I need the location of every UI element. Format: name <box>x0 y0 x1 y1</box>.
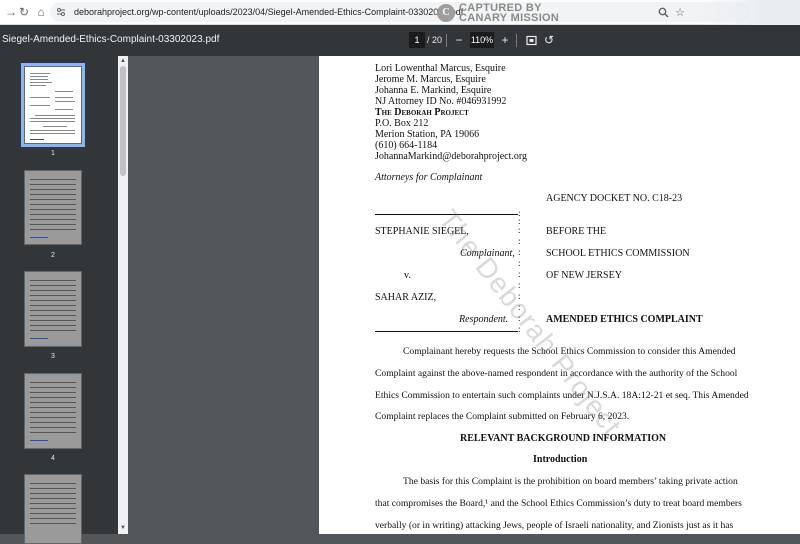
thumbnail-page-number: 4 <box>51 455 55 462</box>
phone-line: (610) 664-1184 <box>375 140 438 151</box>
before-label: BEFORE THE <box>546 226 607 237</box>
reload-icon[interactable]: ↻ <box>15 3 33 21</box>
scrollbar-thumb[interactable] <box>120 66 126 176</box>
site-info-icon[interactable] <box>54 5 68 19</box>
section-heading: RELEVANT BACKGROUND INFORMATION <box>460 433 667 444</box>
page-thumbnail[interactable] <box>24 271 82 347</box>
subsection-heading: Introduction <box>533 454 588 465</box>
watermark-line-2: CANARY MISSION <box>459 11 560 24</box>
bookmark-star-icon[interactable]: ☆ <box>673 5 687 19</box>
paragraph-line: Ethics Commission to entertain such comp… <box>375 390 749 401</box>
fit-page-icon[interactable] <box>523 32 539 48</box>
respondent-name: SAHAR AZIZ, <box>375 292 437 303</box>
page-thumbnail[interactable] <box>24 373 82 449</box>
respondent-label: Respondent. <box>459 314 509 325</box>
page-total: / 20 <box>427 35 443 45</box>
attorney-line: Lori Lowenthal Marcus, Esquire <box>375 63 506 74</box>
rotate-icon[interactable]: ↺ <box>541 32 557 48</box>
page-thumbnail[interactable] <box>21 63 85 147</box>
thumbnail-page-number: 3 <box>51 353 55 360</box>
pdf-page: Lori Lowenthal Marcus, Esquire Jerome M.… <box>319 56 800 534</box>
toolbar-fade <box>700 0 800 25</box>
attorney-id: NJ Attorney ID No. #046931992 <box>375 96 507 107</box>
docket-number: AGENCY DOCKET NO. C18-23 <box>546 193 683 204</box>
address-line: Merion Station, PA 19066 <box>375 129 480 140</box>
paragraph-line: The basis for this Complaint is the proh… <box>403 476 738 487</box>
caption-rule <box>375 331 518 332</box>
sidebar-scrollbar[interactable]: ▲ ▼ <box>118 56 128 534</box>
page-thumbnail[interactable] <box>24 170 82 245</box>
complaint-title: AMENDED ETHICS COMPLAINT <box>546 314 703 325</box>
pdf-toolbar: Siegel-Amended-Ethics-Complaint-03302023… <box>0 25 800 56</box>
page-number-input[interactable]: 1 <box>409 32 425 48</box>
firm-name: The Deborah Project <box>375 107 469 118</box>
url-text[interactable]: deborahproject.org/wp-content/uploads/20… <box>74 7 463 17</box>
email-line: JohannaMarkind@deborahproject.org <box>375 151 528 162</box>
address-line: P.O. Box 212 <box>375 118 429 129</box>
pdf-file-name: Siegel-Amended-Ethics-Complaint-03302023… <box>2 34 220 45</box>
browser-address-bar: → ↻ ⌂ deborahproject.org/wp-content/uplo… <box>0 0 800 25</box>
thumbnail-page-number: 1 <box>51 150 55 157</box>
thumbnail-sidebar: 1 2 3 4 <box>0 56 128 544</box>
watermark-line-1: CAPTURED BY <box>459 1 542 14</box>
zoom-in-icon[interactable]: + <box>497 32 513 48</box>
versus-label: v. <box>404 270 411 281</box>
zoom-out-icon[interactable]: − <box>451 32 467 48</box>
scroll-down-icon[interactable]: ▼ <box>119 524 127 532</box>
attorneys-for-label: Attorneys for Complainant <box>375 172 483 183</box>
zoom-level-input[interactable]: 110% <box>470 32 494 48</box>
commission-label: SCHOOL ETHICS COMMISSION <box>546 248 690 259</box>
attorney-line: Johanna E. Markind, Esquire <box>375 85 492 96</box>
toolbar-divider <box>446 34 447 47</box>
zoom-magnifier-icon[interactable] <box>656 5 670 19</box>
attorney-line: Jerome M. Marcus, Esquire <box>375 74 486 85</box>
state-label: OF NEW JERSEY <box>546 270 622 281</box>
paragraph-line: verbally (or in writing) attacking Jews,… <box>375 520 734 531</box>
paragraph-line: that compromises the Board,¹ and the Sch… <box>375 498 742 509</box>
thumbnail-page-number: 2 <box>51 252 55 259</box>
url-field[interactable]: deborahproject.org/wp-content/uploads/20… <box>50 2 750 22</box>
toolbar-divider <box>516 34 517 47</box>
capture-watermark: C CAPTURED BY CANARY MISSION <box>437 1 559 24</box>
scroll-up-icon[interactable]: ▲ <box>119 57 127 65</box>
home-icon[interactable]: ⌂ <box>32 3 50 21</box>
canary-mission-logo: C <box>437 3 455 22</box>
